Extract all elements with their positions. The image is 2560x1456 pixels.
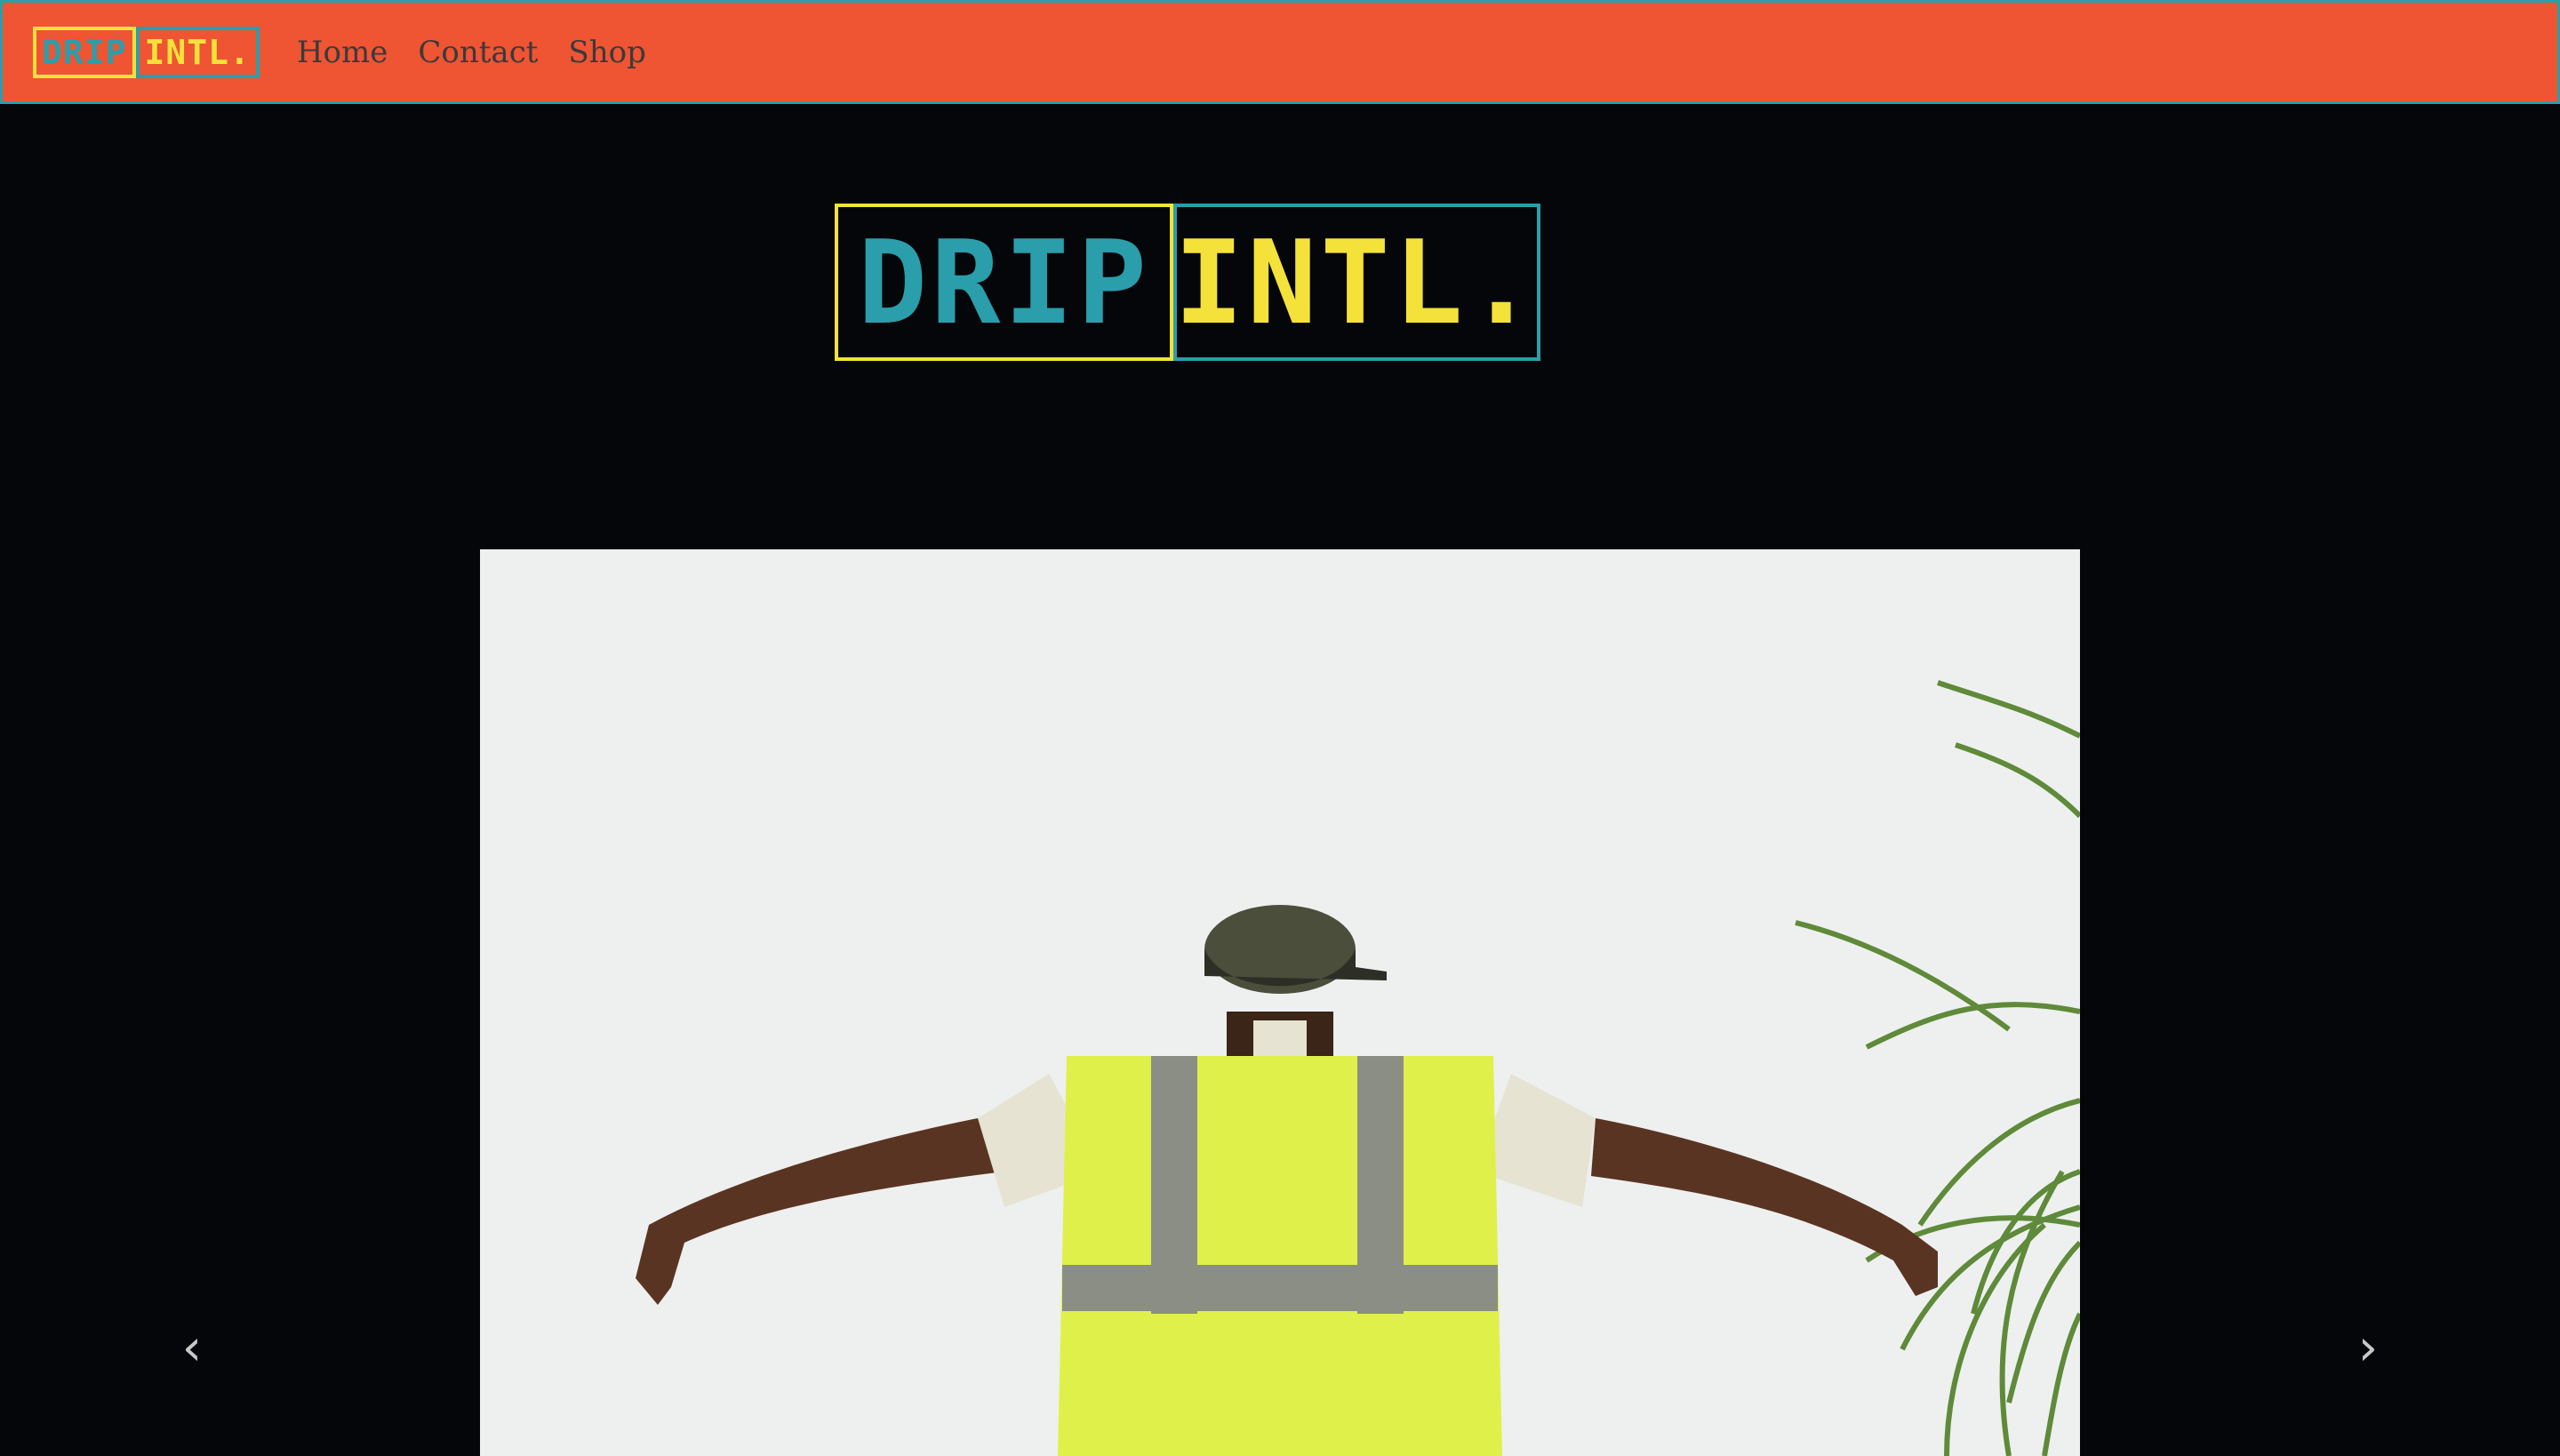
carousel-prev-button[interactable]: ‹ [165,1318,219,1377]
navbar-brand-logo[interactable]: DRIP INTL. [33,26,260,78]
hero-logo-intl: INTL. [1173,204,1540,361]
nav-links: Home Contact Shop [297,35,646,70]
safety-vest-illustration [1058,1056,1502,1456]
nav-link-shop[interactable]: Shop [568,35,645,70]
brand-logo-intl: INTL. [135,26,260,78]
brand-logo-drip: DRIP [33,26,136,78]
carousel-next-button[interactable]: › [2341,1318,2395,1377]
hero-logo: DRIP INTL. [835,204,1540,361]
navbar: DRIP INTL. Home Contact Shop [0,0,2560,104]
hero-logo-drip: DRIP [835,204,1173,361]
carousel-slide-image [480,549,2080,1456]
slide-photo [480,549,2080,1456]
nav-link-contact[interactable]: Contact [418,35,538,70]
nav-link-home[interactable]: Home [297,35,388,70]
chevron-right-icon: › [2357,1318,2379,1377]
chevron-left-icon: ‹ [181,1318,203,1377]
